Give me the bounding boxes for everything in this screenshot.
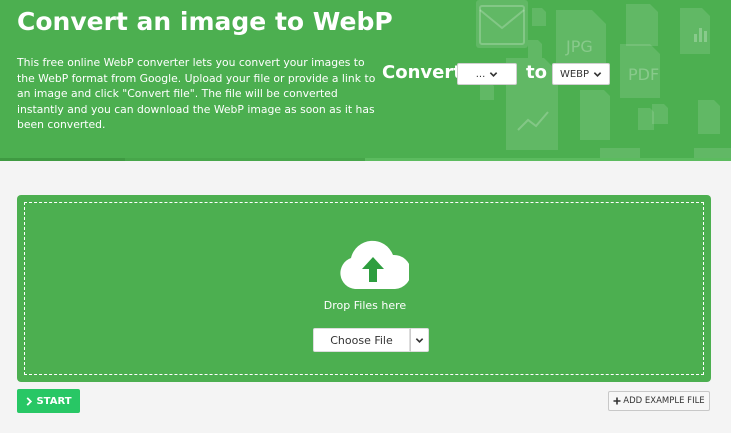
chevron-right-icon bbox=[27, 396, 33, 406]
drop-files-text: Drop Files here bbox=[323, 299, 407, 312]
target-format-select[interactable]: WEBP bbox=[552, 63, 610, 85]
choose-file-button[interactable]: Choose File bbox=[313, 328, 410, 352]
pdf-icon-label: PDF bbox=[628, 65, 659, 84]
dropzone-dashed-area[interactable]: Drop Files here Choose File bbox=[24, 202, 704, 375]
jpg-icon-label: JPG bbox=[565, 37, 593, 56]
chevron-down-icon bbox=[415, 337, 424, 343]
chevron-down-icon bbox=[593, 71, 602, 77]
cloud-upload-icon bbox=[340, 240, 409, 289]
convert-label: Convert bbox=[382, 62, 462, 83]
hero-divider bbox=[0, 158, 731, 161]
plus-icon bbox=[613, 397, 621, 405]
source-format-value: ... bbox=[475, 68, 486, 80]
source-format-select[interactable]: ... bbox=[457, 63, 517, 85]
add-example-file-button[interactable]: ADD EXAMPLE FILE bbox=[608, 391, 710, 411]
file-dropzone[interactable]: Drop Files here Choose File bbox=[17, 195, 711, 382]
start-button[interactable]: START bbox=[17, 389, 80, 413]
target-format-value: WEBP bbox=[559, 68, 590, 80]
hero-banner: Convert an image to WebP This free onlin… bbox=[0, 0, 731, 161]
page-title: Convert an image to WebP bbox=[17, 7, 393, 36]
to-label: to bbox=[526, 62, 547, 83]
add-example-file-label: ADD EXAMPLE FILE bbox=[623, 396, 705, 406]
hero-description: This free online WebP converter lets you… bbox=[17, 56, 376, 132]
choose-file-group: Choose File bbox=[313, 328, 429, 352]
choose-file-source-dropdown[interactable] bbox=[410, 328, 429, 352]
start-button-label: START bbox=[36, 395, 72, 407]
chevron-down-icon bbox=[490, 71, 498, 77]
